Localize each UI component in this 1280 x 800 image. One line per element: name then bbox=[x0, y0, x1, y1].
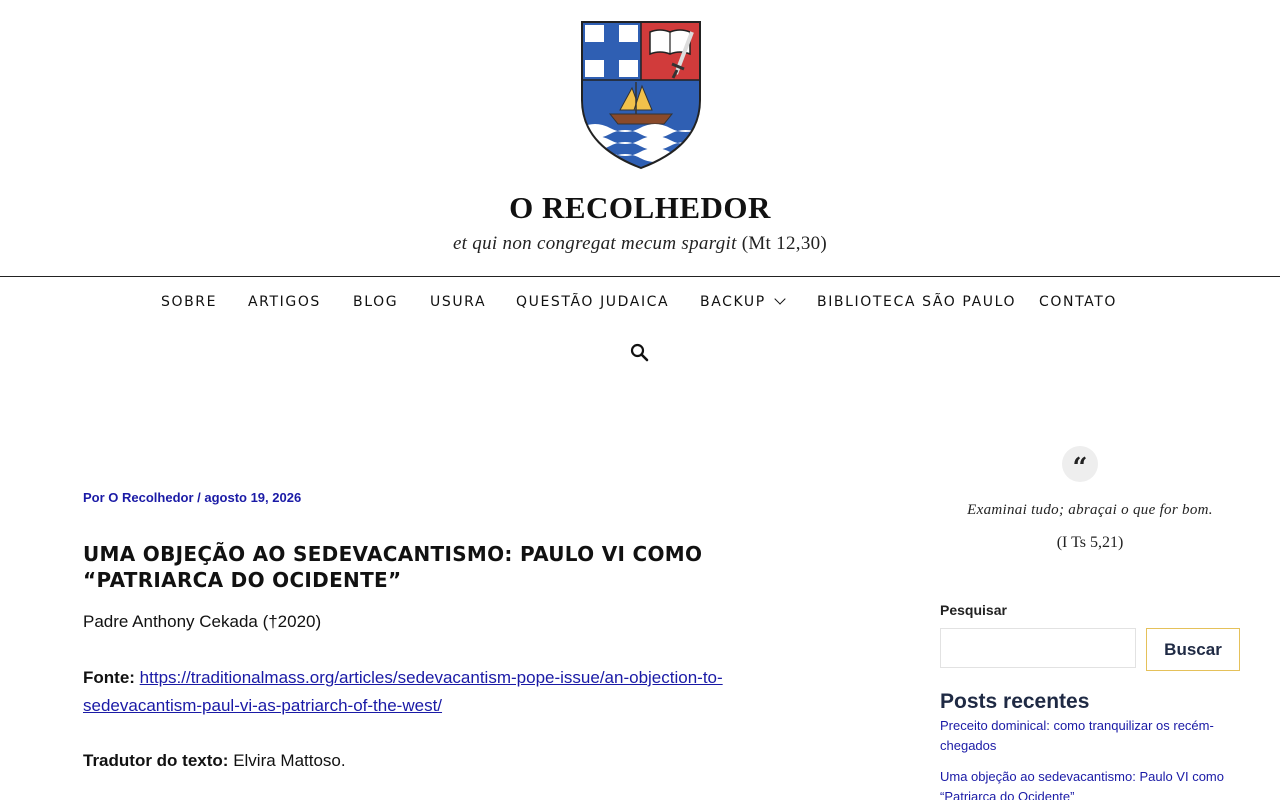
recent-post-link[interactable]: Uma objeção ao sedevacantismo: Paulo VI … bbox=[940, 767, 1240, 800]
source-link[interactable]: https://traditionalmass.org/articles/sed… bbox=[140, 668, 723, 687]
recent-posts-heading: Posts recentes bbox=[940, 690, 1090, 713]
nav-item-contato[interactable]: CONTATO bbox=[1039, 290, 1117, 314]
post-source: Fonte: https://traditionalmass.org/artic… bbox=[83, 664, 723, 720]
search-input[interactable] bbox=[940, 628, 1136, 668]
recent-post-line: Uma objeção ao sedevacantismo: Paulo VI … bbox=[940, 769, 1224, 784]
header-divider bbox=[0, 276, 1280, 277]
tagline-reference: (Mt 12,30) bbox=[741, 233, 828, 254]
translator-name: Elvira Mattoso. bbox=[233, 751, 346, 770]
post-translator: Tradutor do texto: Elvira Mattoso. bbox=[83, 747, 346, 775]
quote-icon: “ bbox=[1062, 446, 1098, 483]
coat-of-arms-logo[interactable] bbox=[580, 20, 702, 170]
nav-item-biblioteca-sao-paulo[interactable]: BIBLIOTECA SÃO PAULO bbox=[817, 290, 1016, 314]
site-tagline: et qui non congregat mecum spargit (Mt 1… bbox=[0, 233, 1280, 255]
site-header: O RECOLHEDOR et qui non congregat mecum … bbox=[0, 0, 1280, 277]
source-label: Fonte: bbox=[83, 668, 135, 687]
recent-post-link[interactable]: Preceito dominical: como tranquilizar os… bbox=[940, 716, 1240, 756]
source-link-continued[interactable]: sedevacantism-paul-vi-as-patriarch-of-th… bbox=[83, 696, 442, 715]
search-button[interactable]: Buscar bbox=[1146, 628, 1240, 671]
nav-item-usura[interactable]: USURA bbox=[430, 290, 486, 314]
sidebar-quote-reference: (I Ts 5,21) bbox=[1056, 534, 1124, 551]
sidebar-quote: Examinai tudo; abraçai o que for bom. bbox=[967, 502, 1213, 518]
post-title: UMA OBJEÇÃO AO SEDEVACANTISMO: PAULO VI … bbox=[83, 542, 703, 592]
search-label: Pesquisar bbox=[940, 602, 1007, 618]
nav-item-backup[interactable]: BACKUP bbox=[700, 290, 786, 314]
site-title[interactable]: O RECOLHEDOR bbox=[0, 190, 1280, 226]
recent-post-line: Preceito dominical: como tranquilizar os… bbox=[940, 718, 1214, 733]
nav-item-artigos[interactable]: ARTIGOS bbox=[248, 290, 321, 314]
main-navigation: SOBRE ARTIGOS BLOG USURA QUESTÃO JUDAICA… bbox=[0, 290, 1280, 314]
post-meta[interactable]: Por O Recolhedor / agosto 19, 2026 bbox=[83, 490, 301, 505]
search-icon[interactable] bbox=[629, 342, 651, 364]
tagline-text: et qui non congregat mecum spargit bbox=[452, 233, 737, 254]
nav-item-blog[interactable]: BLOG bbox=[353, 290, 398, 314]
nav-item-backup-label: BACKUP bbox=[700, 294, 766, 310]
recent-post-line: chegados bbox=[940, 738, 997, 753]
chevron-down-icon[interactable] bbox=[774, 293, 786, 305]
recent-post-line: “Patriarca do Ocidente” bbox=[940, 789, 1075, 800]
translator-label: Tradutor do texto: bbox=[83, 751, 229, 770]
nav-item-questao-judaica[interactable]: QUESTÃO JUDAICA bbox=[516, 290, 669, 314]
nav-item-sobre[interactable]: SOBRE bbox=[161, 290, 217, 314]
post-author-line: Padre Anthony Cekada (†2020) bbox=[83, 612, 322, 631]
